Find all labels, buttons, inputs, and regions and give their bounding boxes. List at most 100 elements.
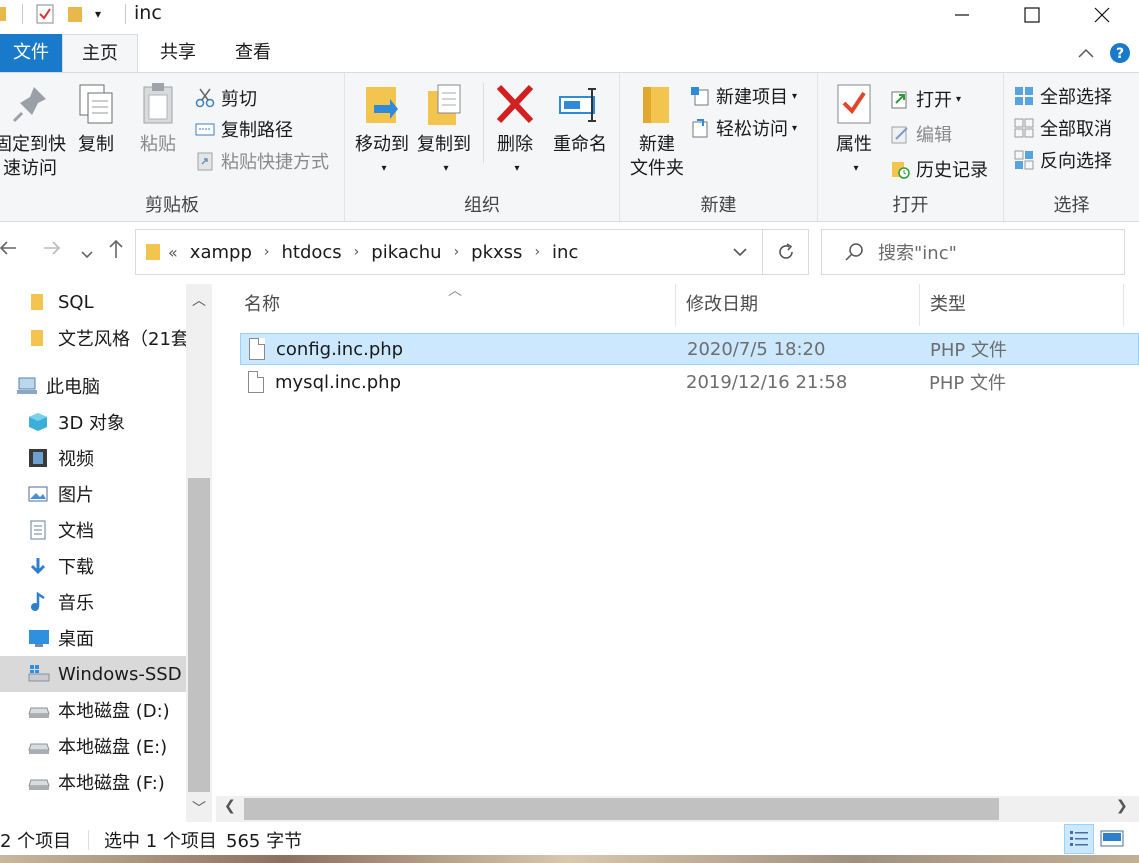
move-to-button[interactable]: 移动到 ▾ xyxy=(349,81,415,181)
forward-button[interactable] xyxy=(42,238,62,264)
chevron-right-icon[interactable]: › xyxy=(534,244,540,260)
help-icon[interactable]: ? xyxy=(1109,42,1131,64)
scrollbar-thumb[interactable] xyxy=(244,798,999,820)
address-history-icon[interactable] xyxy=(732,246,748,258)
select-none-button[interactable]: 全部取消 xyxy=(1014,114,1112,142)
address-bar[interactable]: « xampp › htdocs › pikachu › pkxss › inc xyxy=(135,229,763,275)
select-all-button[interactable]: 全部选择 xyxy=(1014,82,1112,110)
rename-text: 重命名 xyxy=(553,134,607,155)
delete-button[interactable]: 删除 ▾ xyxy=(487,81,543,181)
edit-button[interactable]: 编辑 xyxy=(890,120,952,148)
nav-item-drive-d[interactable]: 本地磁盘 (D:) xyxy=(0,692,186,728)
column-header-overflow[interactable] xyxy=(1124,284,1139,326)
large-icons-view-button[interactable] xyxy=(1098,824,1128,854)
properties-button[interactable]: 属性 ▾ xyxy=(824,81,884,181)
tab-view[interactable]: 查看 xyxy=(220,34,286,72)
recent-locations-button[interactable] xyxy=(80,242,94,267)
breadcrumb-pkxss[interactable]: pkxss xyxy=(471,242,522,263)
copy-path-label: 复制路径 xyxy=(221,120,293,141)
delete-x-icon xyxy=(493,81,537,129)
details-view-icon xyxy=(1070,831,1088,846)
nav-item-this-pc[interactable]: 此电脑 xyxy=(0,368,186,404)
folder-icon xyxy=(0,7,6,21)
up-button[interactable] xyxy=(106,238,126,266)
history-button[interactable]: 历史记录 xyxy=(890,155,988,183)
scrollbar-thumb[interactable] xyxy=(188,478,210,792)
file-row[interactable]: mysql.inc.php 2019/12/16 21:58 PHP 文件 xyxy=(240,366,1139,398)
pin-to-quick-access-button[interactable]: 固定到快 速访问 xyxy=(0,81,66,181)
nav-item-desktop[interactable]: 桌面 xyxy=(0,620,186,656)
nav-item-music[interactable]: 音乐 xyxy=(0,584,186,620)
copy-path-icon xyxy=(195,119,215,139)
paste-button[interactable]: 粘贴 xyxy=(132,81,184,157)
search-input[interactable]: 搜索"inc" xyxy=(821,229,1125,275)
system-drive-icon xyxy=(28,664,50,684)
nav-item-windows-ssd[interactable]: Windows-SSD ( xyxy=(0,656,186,692)
new-item-button[interactable]: 新建项目 ▾ xyxy=(690,82,797,110)
nav-item-pictures[interactable]: 图片 xyxy=(0,476,186,512)
nav-item-sql[interactable]: SQL xyxy=(0,284,186,320)
breadcrumb-inc[interactable]: inc xyxy=(552,242,578,263)
minimize-icon xyxy=(955,14,969,16)
scroll-down-icon[interactable]: ﹀ xyxy=(186,798,212,818)
rename-icon xyxy=(558,81,602,129)
column-header-date[interactable]: 修改日期 xyxy=(676,284,920,326)
collapse-ribbon-icon[interactable] xyxy=(1077,46,1095,60)
invert-selection-button[interactable]: 反向选择 xyxy=(1014,146,1112,174)
dropdown-arrow-icon: ▾ xyxy=(792,90,798,102)
chevron-right-icon[interactable]: › xyxy=(264,244,270,260)
copy-button[interactable]: 复制 xyxy=(70,81,122,157)
properties-icon[interactable] xyxy=(35,3,55,25)
breadcrumb-pikachu[interactable]: pikachu xyxy=(371,242,441,263)
nav-item-3d-objects[interactable]: 3D 对象 xyxy=(0,404,186,440)
file-list-horizontal-scrollbar[interactable]: ❮ ❯ xyxy=(216,796,1139,822)
back-button[interactable] xyxy=(0,238,18,264)
column-header-name[interactable]: 名称 xyxy=(234,284,676,326)
tab-file[interactable]: 文件 xyxy=(0,34,62,72)
select-none-icon xyxy=(1014,118,1034,138)
nav-item-drive-f[interactable]: 本地磁盘 (F:) xyxy=(0,764,186,800)
nav-item-wenyi[interactable]: 文艺风格（21套 xyxy=(0,320,186,356)
chevron-right-icon[interactable]: › xyxy=(454,244,460,260)
tab-home[interactable]: 主页 xyxy=(62,34,138,73)
maximize-button[interactable] xyxy=(997,0,1067,30)
cut-button[interactable]: 剪切 xyxy=(195,84,257,112)
scroll-up-icon[interactable]: ︿ xyxy=(186,290,212,310)
copy-to-button[interactable]: 复制到 ▾ xyxy=(411,81,477,181)
pin-label-line2: 速访问 xyxy=(3,158,57,179)
nav-item-videos[interactable]: 视频 xyxy=(0,440,186,476)
new-folder-icon[interactable] xyxy=(65,3,85,25)
rename-button[interactable]: 重命名 xyxy=(547,81,613,157)
dropdown-arrow-icon: ▾ xyxy=(792,122,798,134)
breadcrumb-htdocs[interactable]: htdocs xyxy=(281,242,341,263)
paste-shortcut-button[interactable]: 粘贴快捷方式 xyxy=(195,147,329,175)
new-folder-button[interactable]: 新建 文件夹 xyxy=(624,81,690,181)
customize-quick-access-icon[interactable]: ▾ xyxy=(95,7,101,21)
breadcrumb-overflow[interactable]: « xyxy=(168,243,178,262)
nav-item-label: 视频 xyxy=(58,449,94,470)
title-bar: ▾ inc xyxy=(0,0,1139,30)
nav-item-drive-e[interactable]: 本地磁盘 (E:) xyxy=(0,728,186,764)
nav-item-downloads[interactable]: 下载 xyxy=(0,548,186,584)
nav-item-label: 本地磁盘 (E:) xyxy=(58,737,168,758)
close-button[interactable] xyxy=(1067,0,1137,30)
copy-path-button[interactable]: 复制路径 xyxy=(195,115,293,143)
new-folder-line1: 新建 xyxy=(639,134,675,155)
breadcrumb-xampp[interactable]: xampp xyxy=(190,242,252,263)
scroll-right-icon[interactable]: ❯ xyxy=(1116,798,1128,814)
scroll-left-icon[interactable]: ❮ xyxy=(224,798,236,814)
file-row[interactable]: config.inc.php 2020/7/5 18:20 PHP 文件 xyxy=(240,333,1139,365)
easy-access-button[interactable]: 轻松访问 ▾ xyxy=(690,114,797,142)
column-header-type[interactable]: 类型 xyxy=(920,284,1124,326)
nav-item-documents[interactable]: 文档 xyxy=(0,512,186,548)
chevron-right-icon[interactable]: › xyxy=(354,244,360,260)
nav-pane-scrollbar[interactable]: ︿ ﹀ xyxy=(186,284,212,822)
open-button[interactable]: 打开 ▾ xyxy=(890,85,961,113)
refresh-button[interactable] xyxy=(763,229,809,275)
tab-share[interactable]: 共享 xyxy=(145,34,211,72)
nav-item-label: Windows-SSD ( xyxy=(58,663,186,685)
minimize-button[interactable] xyxy=(927,0,997,30)
details-view-button[interactable] xyxy=(1064,824,1094,854)
pin-icon xyxy=(8,81,52,129)
separator xyxy=(125,4,126,24)
